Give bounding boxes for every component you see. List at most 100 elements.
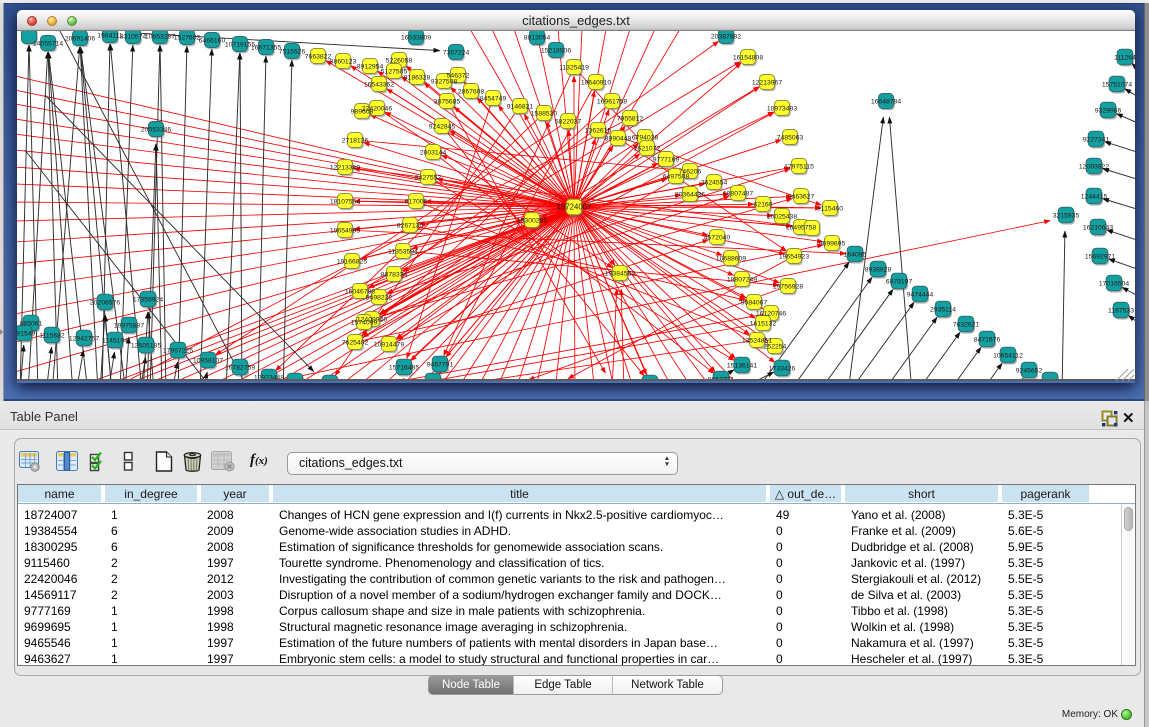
svg-text:15218506: 15218506 [541,47,571,54]
svg-text:4572040: 4572040 [704,234,731,241]
svg-text:7357224: 7357224 [443,49,470,56]
svg-text:16154808: 16154808 [733,54,763,61]
svg-text:10025438: 10025438 [767,213,797,220]
svg-text:1362615: 1362615 [585,127,612,134]
svg-text:19384554: 19384554 [605,270,635,277]
svg-text:252254: 252254 [764,343,787,350]
svg-text:12213967: 12213967 [752,79,782,86]
svg-text:8912954: 8912954 [357,63,384,70]
svg-text:9329966: 9329966 [1095,107,1122,114]
svg-text:9115460: 9115460 [817,205,843,212]
svg-text:7485063: 7485063 [777,134,804,141]
svg-text:8186328: 8186328 [404,74,431,81]
svg-text:15136141: 15136141 [727,362,757,369]
svg-text:5822037: 5822037 [555,118,582,125]
svg-text:8267130: 8267130 [397,222,424,229]
svg-text:7625402: 7625402 [342,339,369,346]
svg-text:15716485: 15716485 [389,364,419,371]
svg-text:9146821: 9146821 [507,103,534,110]
svg-text:20691406: 20691406 [65,35,95,42]
svg-text:7955812: 7955812 [617,115,644,122]
svg-text:11325419: 11325419 [559,64,589,71]
svg-text:7663822: 7663822 [305,53,332,60]
svg-text:17359924: 17359924 [133,296,163,303]
svg-text:16033809: 16033809 [401,34,431,41]
svg-text:20206576: 20206576 [90,299,120,306]
svg-text:9457791: 9457791 [427,361,454,368]
svg-text:17975115: 17975115 [784,163,814,170]
svg-text:16543362: 16543362 [364,81,394,88]
svg-text:10688609: 10688609 [716,255,746,262]
svg-text:14055714: 14055714 [33,40,63,47]
svg-text:10807487: 10807487 [723,190,753,197]
svg-text:2718126: 2718126 [342,137,369,144]
svg-text:9227341: 9227341 [1083,136,1110,143]
svg-text:18300295: 18300295 [517,217,547,224]
svg-text:1588520: 1588520 [531,110,558,117]
svg-text:1167533: 1167533 [1108,307,1134,314]
svg-text:62160: 62160 [754,201,773,208]
svg-text:391549: 391549 [17,330,36,337]
svg-text:9245652: 9245652 [1016,367,1043,374]
svg-text:9327508: 9327508 [431,78,458,85]
svg-text:16671355: 16671355 [251,44,281,51]
svg-text:20364436: 20364436 [675,191,705,198]
svg-text:12923448: 12923448 [254,374,284,381]
svg-text:8878334: 8878334 [381,271,408,278]
svg-text:3215935: 3215935 [1053,212,1080,219]
svg-text:6466160: 6466160 [199,37,226,44]
svg-text:1574099: 1574099 [351,319,378,326]
svg-text:2935114: 2935114 [930,306,956,313]
svg-text:3624554: 3624554 [701,179,728,186]
svg-text:885061: 885061 [20,320,43,327]
svg-text:1244415: 1244415 [1081,193,1108,200]
svg-text:9777169: 9777169 [653,156,680,163]
svg-text:1733426: 1733426 [769,365,796,372]
svg-text:6794028: 6794028 [632,134,659,141]
svg-text:546372: 546372 [447,72,470,79]
svg-text:19166825: 19166825 [337,258,367,265]
svg-text:10958107: 10958107 [193,357,223,364]
svg-text:17016504: 17016504 [1099,280,1129,287]
svg-text:6879197: 6879197 [886,278,913,285]
svg-text:19654985: 19654985 [330,227,360,234]
svg-text:16495758: 16495758 [786,224,816,231]
svg-text:18107554: 18107554 [330,198,360,205]
svg-text:9084067: 9084067 [741,299,768,306]
svg-text:12942757: 12942757 [69,335,99,342]
svg-text:19975887: 19975887 [114,322,144,329]
svg-text:10914479: 10914479 [374,341,404,348]
svg-text:17957225: 17957225 [163,347,193,354]
svg-text:20387682: 20387682 [711,33,741,40]
svg-text:8990448: 8990448 [605,135,632,142]
svg-text:2803144: 2803144 [420,149,447,156]
svg-text:10653287: 10653287 [145,33,175,40]
svg-text:8471676: 8471676 [974,336,1001,343]
svg-text:8813054: 8813054 [524,34,551,41]
svg-text:7515526: 7515526 [279,48,306,55]
svg-text:12093822: 12093822 [1079,163,1109,170]
svg-text:12505185: 12505185 [131,342,161,349]
svg-text:9474444: 9474444 [907,291,934,298]
svg-text:16210643: 16210643 [1083,224,1113,231]
svg-text:12213389: 12213389 [330,164,360,171]
svg-text:8454749: 8454749 [480,95,507,102]
svg-text:5498222: 5498222 [366,294,393,301]
svg-text:1615132: 1615132 [750,320,777,327]
svg-text:6497508: 6497508 [663,173,690,180]
svg-text:1145194: 1145194 [102,337,128,344]
svg-text:8938928: 8938928 [865,266,892,273]
svg-text:7632621: 7632621 [953,321,980,328]
svg-text:1527602: 1527602 [174,34,201,41]
svg-text:18807249: 18807249 [727,276,757,283]
svg-text:15751074: 15751074 [1102,81,1132,88]
svg-text:16782759: 16782759 [225,364,255,371]
svg-text:16961758: 16961758 [597,98,627,105]
svg-text:9463627: 9463627 [788,193,815,200]
svg-text:8427552: 8427552 [415,174,442,181]
svg-text:19756928: 19756928 [773,283,803,290]
svg-text:8860123: 8860123 [330,58,357,65]
svg-text:19654923: 19654923 [779,253,809,260]
svg-text:617006: 617006 [405,198,428,205]
svg-text:3875685: 3875685 [434,98,461,105]
